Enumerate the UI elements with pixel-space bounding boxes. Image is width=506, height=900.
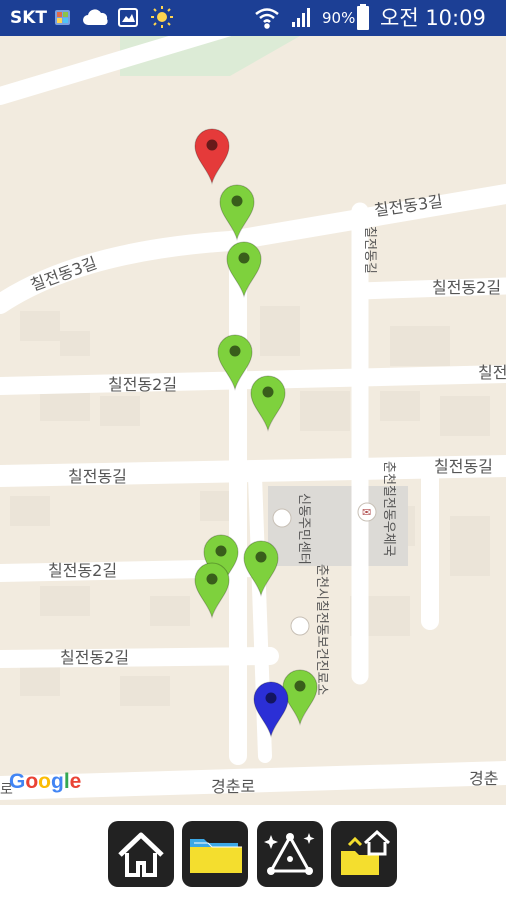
home-icon	[118, 832, 164, 877]
home-button[interactable]	[108, 821, 174, 887]
poi-community-center: 신동주민센터	[296, 493, 311, 565]
health-clinic-icon[interactable]	[290, 616, 310, 636]
road-label-3gil-b: 칠전동3길	[28, 253, 99, 294]
folders-button[interactable]	[182, 821, 248, 887]
road-label-2gil-c: 칠전동2길	[48, 561, 117, 580]
road-label-gil-a: 칠전동길	[68, 467, 127, 486]
road-label-2gil-d: 칠전동2길	[60, 648, 129, 667]
post-office-glyph: ✉	[362, 507, 371, 519]
network-button[interactable]	[257, 821, 323, 887]
road-label-2gil-a: 칠전동2길	[108, 375, 177, 394]
signal-icon	[292, 8, 310, 27]
folder-home-button[interactable]	[331, 821, 397, 887]
google-logo: Google	[9, 770, 81, 793]
clock: 오전 10:09	[380, 6, 486, 30]
map-canvas[interactable]: 칠전동3길 칠전동3길 칠전동2길 칠전동2길 칠전동2길 칠전동2길 칠전동길…	[0, 36, 506, 805]
map-view[interactable]: 칠전동3길 칠전동3길 칠전동2길 칠전동2길 칠전동2길 칠전동2길 칠전동길…	[0, 36, 506, 805]
sun-icon	[151, 6, 173, 28]
green-map-marker[interactable]	[250, 375, 286, 432]
poi-public-health: 춘천시칠전동보건진료소	[314, 564, 329, 696]
poi-post-office: 춘천칠전동우체국	[381, 461, 396, 557]
battery-icon	[357, 4, 369, 30]
road-label-gil-b: 칠전동길	[434, 457, 493, 476]
road-label-gyeongchun-a: 경춘로	[211, 777, 255, 796]
road-label-vertical: 칠전동길	[362, 226, 377, 274]
road-label-gyeongchun-b: 경춘	[469, 769, 498, 788]
triangle-network-icon	[264, 833, 315, 875]
green-map-marker[interactable]	[194, 562, 230, 619]
wifi-icon	[255, 8, 279, 29]
road-label-2gil-b: 칠전동2길	[432, 278, 501, 297]
cloud-icon	[83, 9, 108, 25]
green-map-marker[interactable]	[243, 540, 279, 597]
battery-percent: 90%	[322, 9, 356, 27]
app-icon	[55, 10, 70, 25]
folders-icon	[190, 839, 242, 873]
image-icon	[118, 8, 138, 27]
folder-home-icon	[341, 829, 391, 875]
red-map-marker[interactable]	[194, 128, 230, 185]
community-center-icon[interactable]	[272, 508, 292, 528]
status-bar: SKT 90% 오전 10:09	[0, 0, 506, 36]
bottom-toolbar	[0, 805, 506, 900]
road-label-2gil-right: 칠전동2	[478, 363, 506, 382]
